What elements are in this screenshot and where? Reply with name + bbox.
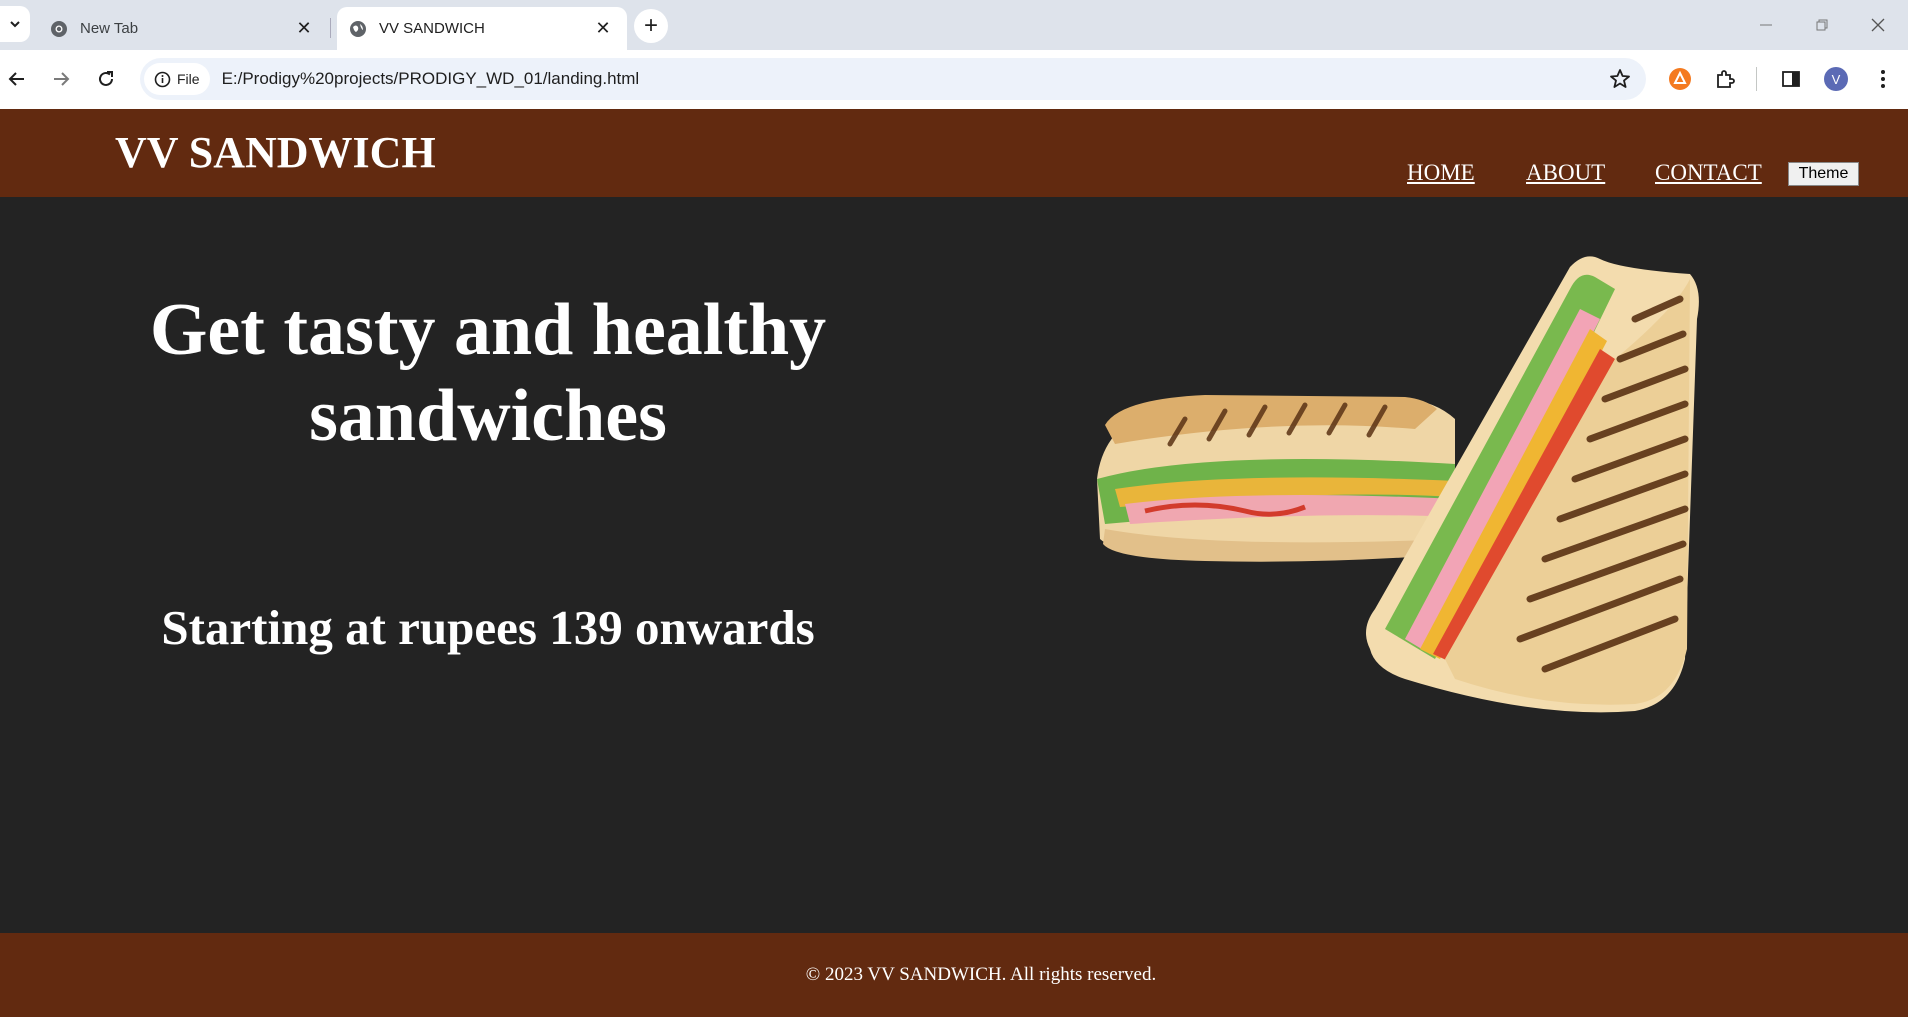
nav-link-contact[interactable]: CONTACT [1655,160,1762,186]
star-icon [1610,69,1630,88]
browser-toolbar: File E:/Prodigy%20projects/PRODIGY_WD_01… [0,50,1908,109]
chevron-down-icon [10,21,20,28]
hero-title: Get tasty and healthy sandwiches [149,289,827,457]
globe-icon [350,20,366,37]
hero-subtitle: Starting at rupees 139 onwards [161,600,815,655]
sandwich-left-half [1097,395,1455,562]
restore-icon [1816,19,1828,31]
window-close-button[interactable] [1858,10,1898,40]
arrow-left-icon [8,72,24,86]
plus-icon: + [643,12,658,39]
chrome-icon [51,20,67,37]
tab-separator [330,18,331,38]
new-tab-button[interactable]: + [634,9,668,43]
sandwich-image [1097,256,1699,713]
side-panel-button[interactable] [1776,64,1806,94]
arrow-right-icon [54,72,70,86]
side-panel-icon [1782,71,1800,87]
theme-toggle-button[interactable]: Theme [1788,162,1859,186]
tab-search-button[interactable] [0,6,30,42]
reload-icon [99,71,113,86]
restore-button[interactable] [1802,10,1842,40]
menu-button[interactable] [1868,64,1898,94]
address-bar[interactable]: File E:/Prodigy%20projects/PRODIGY_WD_01… [140,58,1646,100]
site-chip-label: File [177,71,200,87]
minimize-button[interactable] [1746,10,1786,40]
site-info-chip[interactable]: File [144,63,210,95]
nav-link-about[interactable]: ABOUT [1526,160,1605,186]
info-icon [154,71,171,87]
footer-copyright: © 2023 VV SANDWICH. All rights reserved. [805,964,1157,985]
bookmark-star-button[interactable] [1608,67,1632,96]
forward-button[interactable] [44,62,78,96]
toolbar-divider [1756,67,1757,91]
avatar: V [1824,67,1848,91]
reload-button[interactable] [89,62,123,96]
url-text[interactable]: E:/Prodigy%20projects/PRODIGY_WD_01/land… [222,69,640,89]
profile-button[interactable]: V [1821,64,1851,94]
nav-link-home[interactable]: HOME [1407,160,1475,186]
close-icon[interactable]: ✕ [593,18,613,39]
site-header: VV SANDWICH HOME ABOUT CONTACT Theme [0,109,1908,197]
minimize-icon [1760,24,1772,26]
avast-extension-icon [1669,68,1691,90]
close-icon [1871,18,1885,32]
extensions-button[interactable] [1710,64,1740,94]
puzzle-icon [1717,70,1735,88]
kebab-menu-icon [1881,70,1885,88]
page-content: VV SANDWICH HOME ABOUT CONTACT Theme Get… [0,109,1908,1017]
tab-title: VV SANDWICH [379,20,485,37]
tab-new-tab[interactable]: New Tab ✕ [38,7,328,50]
extension-avast-button[interactable] [1665,64,1695,94]
tab-vv-sandwich[interactable]: VV SANDWICH ✕ [337,7,627,50]
site-footer: © 2023 VV SANDWICH. All rights reserved. [0,933,1908,1017]
back-button[interactable] [0,62,34,96]
tab-strip: New Tab ✕ VV SANDWICH ✕ + [0,0,1908,50]
close-icon[interactable]: ✕ [294,18,314,39]
site-logo-text[interactable]: VV SANDWICH [115,127,436,178]
tab-title: New Tab [80,20,139,37]
